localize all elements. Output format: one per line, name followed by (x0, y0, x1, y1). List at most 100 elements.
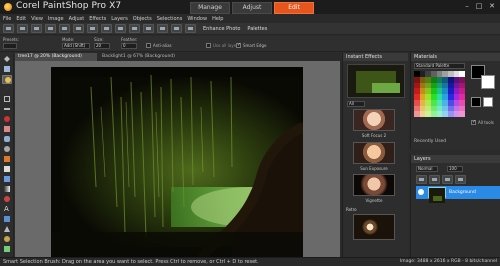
menu-effects[interactable]: Effects (89, 16, 106, 22)
clone-brush-icon[interactable] (2, 135, 12, 144)
feather-input[interactable]: 0 (121, 43, 137, 49)
presets-dropdown[interactable] (3, 43, 17, 49)
delete-layer-icon[interactable] (455, 175, 466, 184)
maximize-button[interactable]: □ (474, 2, 484, 11)
use-all-layers-checkbox[interactable] (206, 43, 211, 48)
red-eye-tool-icon[interactable] (2, 115, 12, 124)
pick-tool-icon[interactable] (2, 65, 12, 74)
paint-brush-icon[interactable] (2, 155, 12, 164)
menu-window[interactable]: Window (187, 16, 207, 22)
tab-edit[interactable]: Edit (274, 2, 314, 14)
crop-tool-icon[interactable] (2, 95, 12, 104)
blend-mode-dropdown[interactable]: Normal (416, 166, 438, 172)
smart-selection-brush-icon[interactable] (2, 75, 12, 84)
mode-dropdown[interactable]: Add (Shift) (62, 43, 90, 49)
effect-soft-focus-label: Soft Focus 2 (361, 133, 387, 138)
instant-effects-title: Instant Effects (343, 53, 408, 61)
menu-adjust[interactable]: Adjust (69, 16, 85, 22)
gradient-tool-icon[interactable] (2, 185, 12, 194)
paste-icon[interactable] (115, 24, 126, 33)
menu-bar: File Edit View Image Adjust Effects Laye… (0, 14, 500, 23)
warp-brush-icon[interactable] (2, 235, 12, 244)
recently-used-label: Recently Used (414, 139, 447, 144)
share-icon[interactable] (185, 24, 196, 33)
doc-tab-backlight1[interactable]: Backlight1 @ 67% (Background) (99, 53, 189, 61)
layer-row-background[interactable]: Background (416, 186, 500, 203)
effect-vignette-thumb[interactable] (353, 174, 395, 196)
background-material-swatch[interactable] (483, 97, 493, 107)
effect-soft-focus-thumb[interactable] (353, 109, 395, 131)
title-bar: Corel PaintShop Pro X7 Manage Adjust Edi… (0, 0, 500, 14)
close-button[interactable]: ✕ (487, 2, 497, 11)
menu-selections[interactable]: Selections (157, 16, 183, 22)
enhance-photo-dropdown[interactable]: Enhance Photo (203, 26, 240, 32)
background-color-swatch[interactable] (481, 75, 495, 89)
tree-photo[interactable] (51, 67, 303, 257)
print-icon[interactable] (45, 24, 56, 33)
palettes-dropdown[interactable]: Palettes (247, 26, 267, 32)
new-layer-icon[interactable] (416, 175, 427, 184)
menu-file[interactable]: File (3, 16, 11, 22)
one-step-fix-icon[interactable] (171, 24, 182, 33)
foreground-material-swatch[interactable] (471, 97, 481, 107)
retouch-brush-icon[interactable] (2, 145, 12, 154)
menu-layers[interactable]: Layers (111, 16, 128, 22)
opacity-input[interactable]: 100 (447, 166, 463, 172)
crop-icon[interactable] (129, 24, 140, 33)
straighten-tool-icon[interactable] (2, 105, 12, 114)
size-input[interactable]: 20 (94, 43, 110, 49)
menu-view[interactable]: View (31, 16, 43, 22)
all-tools-checkbox[interactable] (471, 119, 476, 125)
menu-image[interactable]: Image (48, 16, 64, 22)
willow-tree-image (51, 67, 303, 257)
makeover-tool-icon[interactable] (2, 125, 12, 134)
visibility-eye-icon[interactable] (418, 189, 424, 195)
canvas-area[interactable] (15, 61, 340, 257)
doc-tab-tree17[interactable]: tree17 @ 20% (Background) (15, 53, 97, 61)
all-tools-label: All tools (478, 120, 494, 125)
tools-toolbar: A (0, 53, 14, 257)
tab-adjust[interactable]: Adjust (232, 2, 272, 14)
tab-manage[interactable]: Manage (190, 2, 230, 14)
menu-objects[interactable]: Objects (133, 16, 152, 22)
eraser-tool-icon[interactable] (2, 165, 12, 174)
antialias-checkbox[interactable] (146, 43, 151, 48)
pan-tool-icon[interactable] (2, 55, 12, 64)
save-icon[interactable] (31, 24, 42, 33)
new-file-icon[interactable] (3, 24, 14, 33)
antialias-label: Anti-alias (153, 43, 172, 48)
minimize-button[interactable]: – (462, 2, 472, 11)
pen-tool-icon[interactable] (2, 225, 12, 234)
copy-icon[interactable] (101, 24, 112, 33)
resize-icon[interactable] (143, 24, 154, 33)
mode-label: Mode: (62, 37, 75, 42)
effect-vignette-label: Vignette (365, 198, 383, 203)
menu-edit[interactable]: Edit (16, 16, 26, 22)
text-tool-icon[interactable]: A (2, 205, 12, 214)
undo-icon[interactable] (59, 24, 70, 33)
effect-retro-thumb[interactable] (353, 214, 395, 240)
color-swatch-grid[interactable] (414, 71, 465, 117)
picture-tube-icon[interactable] (2, 245, 12, 254)
feather-label: Feather: (121, 37, 138, 42)
image-info: Image: 3488 x 2616 x RGB - 8 bits/channe… (399, 259, 497, 264)
effects-category-dropdown[interactable]: All (347, 101, 365, 107)
smart-edge-checkbox[interactable] (236, 42, 241, 48)
dropper-tool-icon[interactable] (2, 85, 12, 94)
mask-icon[interactable] (442, 175, 453, 184)
flood-fill-icon[interactable] (2, 175, 12, 184)
layer-name: Background (449, 190, 476, 195)
color-swatch[interactable] (459, 111, 465, 117)
redo-icon[interactable] (73, 24, 84, 33)
open-file-icon[interactable] (17, 24, 28, 33)
rotate-icon[interactable] (157, 24, 168, 33)
layer-style-icon[interactable] (429, 175, 440, 184)
shape-tool-icon[interactable] (2, 215, 12, 224)
materials-title: Materials (411, 53, 500, 61)
status-message: Smart Selection Brush: Drag on the area … (3, 259, 259, 265)
color-changer-icon[interactable] (2, 195, 12, 204)
effect-sun-exposure-thumb[interactable] (353, 142, 395, 164)
menu-help[interactable]: Help (212, 16, 223, 22)
cut-icon[interactable] (87, 24, 98, 33)
palette-select-dropdown[interactable]: Standard Palette (414, 63, 465, 69)
